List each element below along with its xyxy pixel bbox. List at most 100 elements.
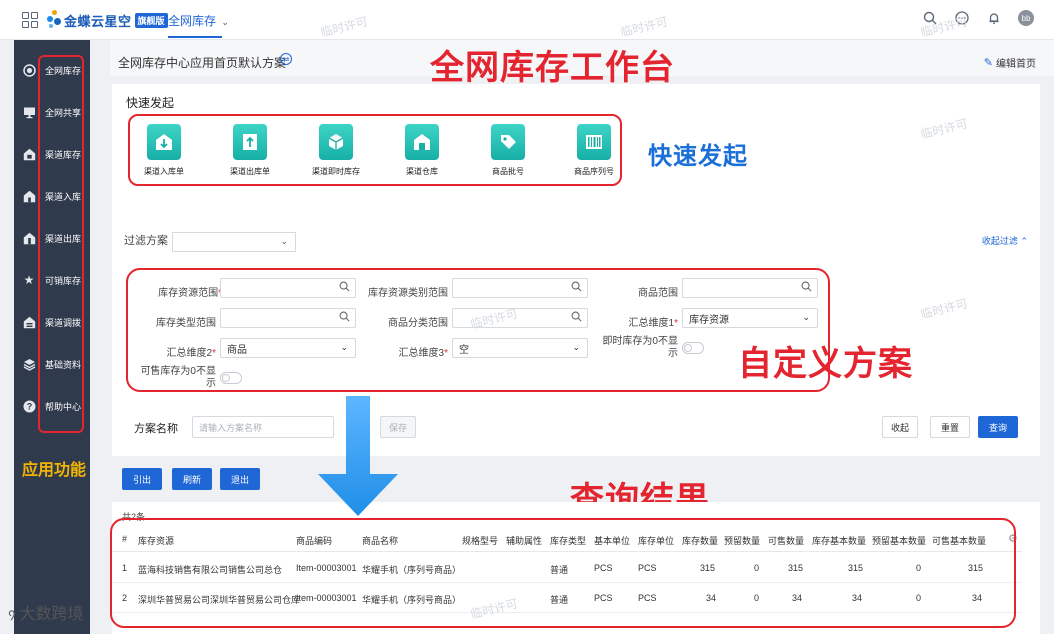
brand-watermark: ᠀ 大数跨境 <box>8 600 84 624</box>
chevron-down-icon: ⌄ <box>221 17 229 27</box>
tag-icon <box>491 124 525 160</box>
star-icon: ★ <box>23 273 35 287</box>
product-scope-label: 商品范围 <box>638 288 678 299</box>
product-cat-scope-input[interactable] <box>452 308 588 328</box>
home-out-icon <box>22 231 36 245</box>
quick-item-channel-warehouse[interactable]: 渠道仓库 <box>382 124 462 177</box>
chevron-down-icon: ⌄ <box>802 312 810 322</box>
stock-cat-scope-label: 库存资源类别范围 <box>368 288 448 299</box>
home-in-icon <box>22 189 36 203</box>
stock-scope-input[interactable] <box>220 278 356 298</box>
scheme-name-label: 方案名称 <box>134 423 178 435</box>
nav-tab-global-stock[interactable]: 全网库存 ⌄ <box>168 12 229 29</box>
edition-badge: 旗舰版 <box>134 12 168 28</box>
summary-dim3-value: 空 <box>459 344 469 356</box>
reset-button[interactable]: 重置 <box>930 416 970 438</box>
quick-item-label: 商品序列号 <box>574 167 614 176</box>
cube-icon <box>319 124 353 160</box>
summary-dim3-select[interactable]: 空 ⌄ <box>452 338 588 358</box>
quick-item-product-serial[interactable]: 商品序列号 <box>554 124 634 177</box>
chevron-up-icon: ⌃ <box>1020 236 1028 246</box>
search-icon <box>339 311 350 322</box>
inbound-icon <box>147 124 181 160</box>
product-cat-scope-label: 商品分类范围 <box>388 318 448 329</box>
logo-mark-icon <box>46 10 62 30</box>
scheme-name-placeholder: 请输入方案名称 <box>199 422 263 433</box>
sidebar-highlight-box <box>38 55 84 433</box>
warehouse-icon <box>405 124 439 160</box>
layers-icon <box>22 357 36 371</box>
edit-home-button[interactable]: ✎ 编辑首页 <box>984 55 1036 70</box>
export-button[interactable]: 引出 <box>122 468 162 490</box>
message-icon[interactable] <box>954 10 970 26</box>
realtime-zero-label: 即时库存为0不显示 <box>602 336 678 359</box>
help-icon: ? <box>22 399 36 413</box>
annotation-custom-scheme: 自定义方案 <box>738 345 913 383</box>
quick-item-channel-inbound[interactable]: 渠道入库单 <box>124 124 204 177</box>
logo: 金蝶云星空 旗舰版 <box>46 9 168 31</box>
home-box-icon <box>22 147 36 161</box>
quick-item-product-batch[interactable]: 商品批号 <box>468 124 548 177</box>
monitor-icon <box>22 105 36 119</box>
filter-scheme-label: 过滤方案 <box>124 235 168 247</box>
barcode-icon <box>577 124 611 160</box>
filter-scheme-select[interactable]: ⌄ <box>172 232 296 252</box>
annotation-workbench: 全网库存工作台 <box>430 49 675 87</box>
avatar[interactable]: bb <box>1018 10 1034 26</box>
stock-type-scope-input[interactable] <box>220 308 356 328</box>
summary-dim1-value: 库存资源 <box>689 314 729 326</box>
search-icon <box>571 311 582 322</box>
pencil-icon: ✎ <box>983 57 993 69</box>
chevron-down-icon: ⌄ <box>280 236 288 246</box>
search-icon <box>801 281 812 292</box>
summary-dim1-select[interactable]: 库存资源 ⌄ <box>682 308 818 328</box>
quick-item-label: 渠道即时库存 <box>312 167 360 176</box>
quick-item-label: 渠道仓库 <box>406 167 438 176</box>
top-icons: bb <box>922 10 1034 26</box>
stock-type-scope-label: 库存类型范围 <box>156 318 216 329</box>
quick-item-channel-realtime-stock[interactable]: 渠道即时库存 <box>296 124 376 177</box>
quick-item-label: 渠道出库单 <box>230 167 270 176</box>
outbound-icon <box>233 124 267 160</box>
annotation-quick-launch: 快速发起 <box>648 143 748 170</box>
search-icon[interactable] <box>922 10 938 26</box>
quick-launch-title: 快速发起 <box>126 96 175 110</box>
stock-scope-label: 库存资源范围* <box>158 288 222 299</box>
summary-dim2-label: 汇总维度2* <box>166 348 216 359</box>
brand-watermark-text: 大数跨境 <box>19 606 84 623</box>
home-transfer-icon <box>22 315 36 329</box>
search-icon <box>571 281 582 292</box>
summary-dim2-select[interactable]: 商品 ⌄ <box>220 338 356 358</box>
collapse-filter-link[interactable]: 收起过滤 ⌃ <box>982 234 1028 247</box>
sellable-zero-label: 可售库存为0不显示 <box>140 366 216 389</box>
brand-logo-icon: ᠀ <box>8 606 16 622</box>
summary-dim2-value: 商品 <box>227 344 247 356</box>
collapse-button[interactable]: 收起 <box>882 416 918 438</box>
bell-icon[interactable] <box>986 10 1002 26</box>
collapse-filter-label: 收起过滤 <box>981 236 1018 246</box>
edit-home-label: 编辑首页 <box>996 59 1036 70</box>
page-title: 全网库存中心应用首页默认方案 <box>118 56 287 70</box>
sellable-zero-toggle[interactable] <box>220 372 242 384</box>
realtime-zero-toggle[interactable] <box>682 342 704 354</box>
switch-scheme-icon[interactable]: ⇌ <box>280 53 292 65</box>
chevron-down-icon: ⌄ <box>340 342 348 352</box>
query-button[interactable]: 查询 <box>978 416 1018 438</box>
sidebar-caption: 应用功能 <box>22 462 87 479</box>
nav-tab-underline <box>168 36 222 38</box>
main-area: 全网库存中心应用首页默认方案 ⇌ ✎ 编辑首页 全网库存工作台 快速发起 渠道入… <box>110 40 1054 634</box>
svg-text:?: ? <box>26 401 32 411</box>
summary-dim1-label: 汇总维度1* <box>628 318 678 329</box>
product-scope-input[interactable] <box>682 278 818 298</box>
scheme-name-input[interactable]: 请输入方案名称 <box>192 416 334 438</box>
chevron-down-icon: ⌄ <box>572 342 580 352</box>
logo-text: 金蝶云星空 <box>64 13 132 29</box>
summary-dim3-label: 汇总维度3* <box>398 348 448 359</box>
stock-cat-scope-input[interactable] <box>452 278 588 298</box>
exit-button[interactable]: 退出 <box>220 468 260 490</box>
quick-item-channel-outbound[interactable]: 渠道出库单 <box>210 124 290 177</box>
result-card: 共2条 ⚙ # 库存资源 商品编码 商品名称 规格型号 辅助属性 库存类型 基本… <box>110 502 1040 634</box>
refresh-button[interactable]: 刷新 <box>172 468 212 490</box>
search-icon <box>339 281 350 292</box>
app-grid-icon[interactable] <box>22 12 38 28</box>
